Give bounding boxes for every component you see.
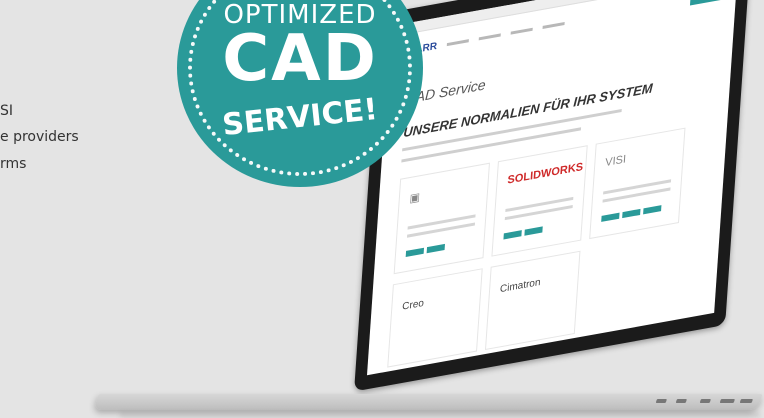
card-buttons [503, 226, 543, 240]
nav-item [446, 38, 470, 46]
card-button[interactable] [643, 205, 662, 215]
side-text-line-2: e providers [0, 129, 79, 145]
card-button[interactable] [601, 212, 620, 222]
card-button[interactable] [426, 243, 445, 254]
badge-middle-text: CAD [222, 22, 378, 96]
card-buttons [601, 205, 662, 222]
card-solidworks: SOLIDWORKS [491, 145, 588, 257]
card-text-line [407, 214, 476, 230]
card-creo: Creo [387, 268, 483, 368]
cad-file-icon: ▣ [409, 191, 421, 206]
card-text-line [505, 196, 574, 213]
page: SI e providers rms KNARR CAD Service UNS… [0, 0, 764, 418]
port [739, 399, 753, 403]
nav-item [510, 27, 533, 35]
card-buttons [405, 243, 445, 257]
port [675, 399, 687, 403]
card-cad-icon: ▣ [393, 162, 490, 275]
shadow [120, 412, 760, 418]
port [719, 399, 735, 403]
nav-item [542, 21, 565, 29]
card-text-line [603, 179, 672, 195]
laptop-base [93, 394, 763, 410]
port [699, 399, 711, 403]
card-button[interactable] [524, 226, 543, 236]
solidworks-logo: SOLIDWORKS [507, 160, 584, 187]
cta-button[interactable] [689, 0, 725, 6]
website-screenshot: KNARR CAD Service UNSERE NORMALIEN FÜR I… [366, 0, 739, 376]
card-button[interactable] [405, 247, 425, 257]
cimatron-logo: Cimatron [499, 276, 541, 296]
side-text-line-1: SI [0, 103, 14, 119]
nav-item [478, 32, 501, 40]
card-visi: VISI [589, 127, 686, 240]
side-text-line-3: rms [0, 156, 27, 172]
card-button[interactable] [503, 230, 522, 240]
card-cimatron: Cimatron [484, 250, 581, 351]
card-button[interactable] [622, 208, 641, 219]
visi-logo: VISI [604, 153, 627, 170]
port [655, 399, 667, 403]
site-nav: KNARR [388, 0, 738, 72]
creo-logo: Creo [401, 297, 425, 313]
